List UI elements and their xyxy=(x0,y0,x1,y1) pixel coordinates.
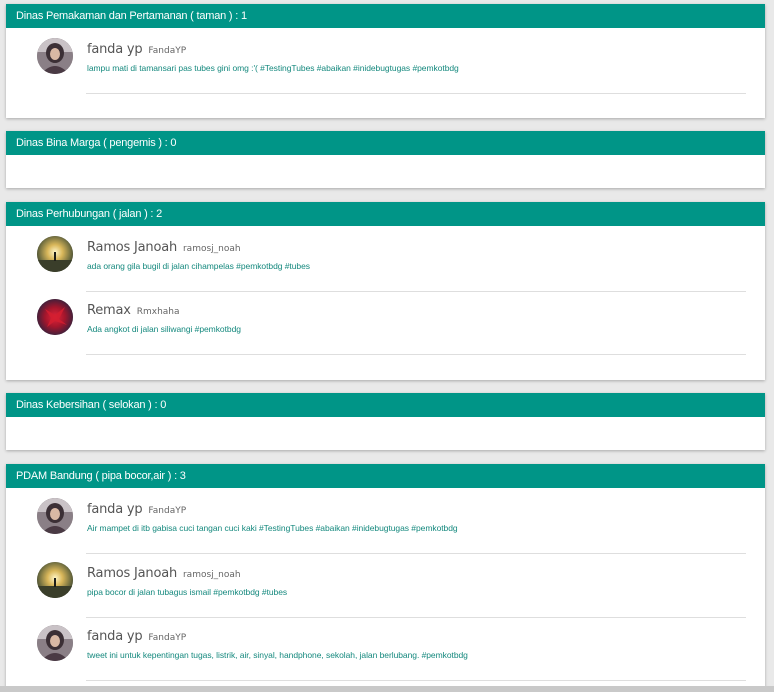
avatar-remax-image xyxy=(37,299,73,335)
tweet-divider xyxy=(86,291,746,292)
avatar-fanda-image xyxy=(37,38,73,74)
panel-dinas-pemakaman: Dinas Pemakaman dan Pertamanan ( taman )… xyxy=(6,4,765,118)
author-name: fanda yp xyxy=(87,502,143,517)
author-handle: ramosj_noah xyxy=(182,570,241,580)
tweet-text: lampu mati di tamansari pas tubes gini o… xyxy=(87,63,459,73)
tweet-author[interactable]: Remax Rmxhaha xyxy=(87,303,180,318)
author-handle: FandaYP xyxy=(148,633,187,643)
author-name: Remax xyxy=(87,303,131,318)
tweet-author[interactable]: fanda yp FandaYP xyxy=(87,42,186,57)
avatar-fanda-image xyxy=(37,625,73,661)
tweet-divider xyxy=(86,553,746,554)
tweet-item: fanda yp FandaYP tweet ini untuk kepenti… xyxy=(6,625,765,687)
tweet-author[interactable]: fanda yp FandaYP xyxy=(87,629,186,644)
panel-title: Dinas Pemakaman dan Pertamanan ( taman )… xyxy=(6,4,765,28)
author-handle: ramosj_noah xyxy=(182,244,241,254)
author-name: fanda yp xyxy=(87,42,143,57)
tweet-author[interactable]: Ramos Janoah ramosj_noah xyxy=(87,240,241,255)
avatar[interactable] xyxy=(37,625,73,661)
panel-pdam-bandung: PDAM Bandung ( pipa bocor,air ) : 3 fand… xyxy=(6,464,765,692)
tweet-item: fanda yp FandaYP lampu mati di tamansari… xyxy=(6,38,765,100)
tweet-divider xyxy=(86,617,746,618)
author-handle: Rmxhaha xyxy=(136,307,180,317)
avatar[interactable] xyxy=(37,498,73,534)
author-handle: FandaYP xyxy=(148,46,187,56)
page: Dinas Pemakaman dan Pertamanan ( taman )… xyxy=(0,0,774,692)
panel-title: PDAM Bandung ( pipa bocor,air ) : 3 xyxy=(6,464,765,488)
avatar[interactable] xyxy=(37,38,73,74)
horizontal-scrollbar[interactable] xyxy=(0,686,774,692)
panel-title: Dinas Perhubungan ( jalan ) : 2 xyxy=(6,202,765,226)
author-name: Ramos Janoah xyxy=(87,240,178,255)
tweet-item: Remax Rmxhaha Ada angkot di jalan siliwa… xyxy=(6,299,765,361)
tweet-text: pipa bocor di jalan tubagus ismail #pemk… xyxy=(87,587,288,597)
panel-dinas-perhubungan: Dinas Perhubungan ( jalan ) : 2 Ramos Ja… xyxy=(6,202,765,380)
tweet-divider xyxy=(86,354,746,355)
tweet-author[interactable]: fanda yp FandaYP xyxy=(87,502,186,517)
panel-title: Dinas Kebersihan ( selokan ) : 0 xyxy=(6,393,765,417)
tweet-text: tweet ini untuk kepentingan tugas, listr… xyxy=(87,650,468,660)
avatar[interactable] xyxy=(37,236,73,272)
avatar-ramos-image xyxy=(37,236,73,272)
panel-dinas-kebersihan: Dinas Kebersihan ( selokan ) : 0 xyxy=(6,393,765,450)
tweet-item: Ramos Janoah ramosj_noah ada orang gila … xyxy=(6,236,765,298)
panel-dinas-bina-marga: Dinas Bina Marga ( pengemis ) : 0 xyxy=(6,131,765,188)
panel-title: Dinas Bina Marga ( pengemis ) : 0 xyxy=(6,131,765,155)
author-handle: FandaYP xyxy=(148,506,187,516)
author-name: Ramos Janoah xyxy=(87,566,178,581)
avatar[interactable] xyxy=(37,299,73,335)
avatar-ramos-image xyxy=(37,562,73,598)
tweet-text: Air mampet di itb gabisa cuci tangan cuc… xyxy=(87,523,458,533)
avatar-fanda-image xyxy=(37,498,73,534)
tweet-text: ada orang gila bugil di jalan cihampelas… xyxy=(87,261,310,271)
tweet-divider xyxy=(86,680,746,681)
avatar[interactable] xyxy=(37,562,73,598)
tweet-item: fanda yp FandaYP Air mampet di itb gabis… xyxy=(6,498,765,560)
author-name: fanda yp xyxy=(87,629,143,644)
tweet-author[interactable]: Ramos Janoah ramosj_noah xyxy=(87,566,241,581)
tweet-item: Ramos Janoah ramosj_noah pipa bocor di j… xyxy=(6,562,765,624)
tweet-text: Ada angkot di jalan siliwangi #pemkotbdg xyxy=(87,324,241,334)
tweet-divider xyxy=(86,93,746,94)
